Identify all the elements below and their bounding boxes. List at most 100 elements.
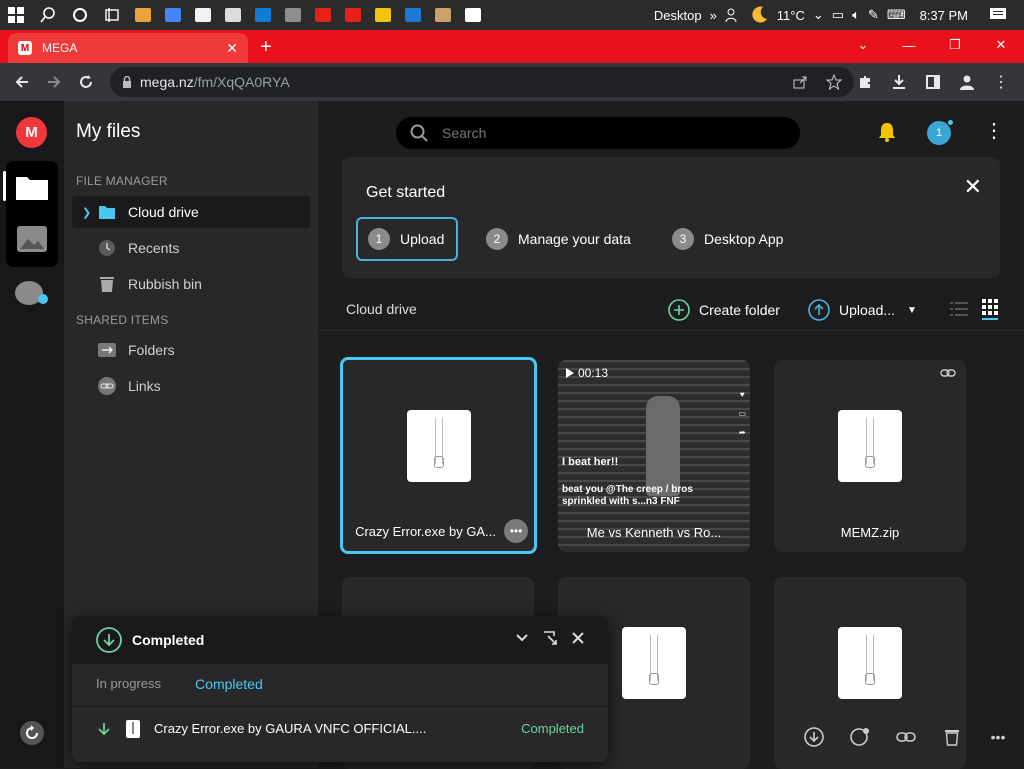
desktop-label[interactable]: Desktop (654, 8, 702, 23)
taskbar-app-icon[interactable] (368, 0, 398, 30)
moon-icon[interactable] (749, 5, 769, 25)
sidebar-item-rubbish-bin[interactable]: Rubbish bin (72, 268, 310, 300)
chevron-right-icon[interactable]: ❯ (82, 206, 91, 219)
tab-in-progress[interactable]: In progress (96, 676, 161, 692)
sidebar-item-cloud-drive[interactable]: ❯ Cloud drive (72, 196, 310, 228)
taskbar-app-icon[interactable] (248, 0, 278, 30)
close-tab-icon[interactable]: ✕ (226, 40, 238, 57)
notification-icon[interactable] (990, 8, 1006, 22)
address-bar[interactable]: mega.nz/fm/XqQA0RYA (110, 67, 854, 97)
file-name: MEMZ.zip (840, 525, 900, 540)
task-view-icon[interactable] (96, 0, 128, 30)
lock-icon[interactable] (122, 76, 132, 88)
chevron-down-icon[interactable] (516, 634, 528, 642)
chevron-up-icon[interactable]: ⌄ (813, 7, 824, 23)
step-desktop-app[interactable]: 3 Desktop App (672, 217, 783, 261)
upload-button[interactable]: Upload... ▼ (808, 299, 917, 321)
download-icon[interactable] (798, 721, 830, 753)
share-icon[interactable] (792, 74, 808, 90)
step-number: 3 (672, 228, 694, 250)
cloud-drive-rail-icon[interactable] (12, 167, 52, 207)
pen-icon[interactable]: ✎ (868, 7, 879, 23)
file-tile[interactable]: 00:13 ♥ ▭ ➦ I beat her!! beat you @The c… (558, 360, 750, 552)
new-tab-button[interactable]: + (260, 36, 272, 59)
cortana-icon[interactable] (64, 0, 96, 30)
forward-button[interactable] (38, 66, 70, 98)
sidebar-item-recents[interactable]: Recents (72, 232, 310, 264)
side-panel-icon[interactable] (918, 67, 948, 97)
volume-icon[interactable]: 🔈︎ (852, 7, 860, 23)
chrome-menu-icon[interactable]: ⋮ (986, 67, 1016, 97)
list-view-icon[interactable] (950, 302, 968, 316)
sidebar-item-label: Recents (128, 240, 180, 256)
create-folder-label: Create folder (699, 302, 780, 318)
temperature[interactable]: 11°C (777, 8, 805, 23)
taskbar-app-icon[interactable] (428, 0, 458, 30)
download-arrow-icon (98, 722, 110, 735)
tab-search-icon[interactable]: ⌄ (840, 30, 886, 60)
sidebar-item-links[interactable]: Links (72, 370, 310, 402)
folder-icon (96, 201, 118, 223)
zip-file-icon (622, 627, 686, 699)
photos-rail-icon[interactable] (12, 219, 52, 259)
windows-start-icon[interactable] (0, 0, 32, 30)
browser-tab[interactable]: M MEGA ✕ (8, 33, 248, 63)
display-icon[interactable]: ▭ (832, 7, 844, 23)
avatar[interactable]: 1 (927, 119, 954, 145)
more-options-icon[interactable]: ••• (504, 519, 528, 543)
taskbar-app-icon[interactable] (128, 0, 158, 30)
sync-icon[interactable] (20, 721, 44, 745)
people-icon[interactable] (725, 7, 741, 23)
restore-button[interactable]: ❐ (932, 30, 978, 60)
breadcrumb-bar: Cloud drive Create folder Upload... ▼ (318, 289, 1024, 331)
close-icon[interactable] (572, 632, 584, 644)
reload-button[interactable] (70, 66, 102, 98)
link-icon[interactable] (890, 721, 922, 753)
step-manage-data[interactable]: 2 Manage your data (486, 217, 631, 261)
breadcrumb[interactable]: Cloud drive (346, 301, 417, 317)
chevron-down-icon[interactable]: ▼ (907, 305, 917, 316)
taskbar-app-icon[interactable] (308, 0, 338, 30)
sidebar-item-folders[interactable]: Folders (72, 334, 310, 366)
keyboard-icon[interactable]: ⌨ (887, 7, 906, 23)
close-icon[interactable]: ✕ (964, 174, 982, 200)
close-window-button[interactable]: ✕ (978, 30, 1024, 60)
transfer-row[interactable]: Crazy Error.exe by GAURA VNFC OFFICIAL..… (72, 706, 608, 750)
chevron-right-icon[interactable]: » (710, 8, 717, 23)
create-folder-button[interactable]: Create folder (668, 299, 780, 321)
taskbar-app-icon[interactable] (338, 0, 368, 30)
taskbar-app-icon[interactable] (158, 0, 188, 30)
file-tile[interactable]: MEMZ.zip (774, 360, 966, 552)
taskbar-app-icon[interactable] (278, 0, 308, 30)
extensions-icon[interactable] (850, 67, 880, 97)
bell-icon[interactable] (876, 121, 898, 143)
bookmark-star-icon[interactable] (826, 74, 842, 90)
search-input[interactable]: Search (396, 117, 800, 149)
taskbar-app-icon[interactable] (188, 0, 218, 30)
grid-view-icon[interactable] (982, 299, 998, 320)
url-host: mega.nz (140, 74, 194, 90)
trash-icon[interactable] (936, 721, 968, 753)
search-icon[interactable] (32, 0, 64, 30)
taskbar-app-icon[interactable] (398, 0, 428, 30)
expand-icon[interactable] (542, 630, 558, 646)
file-tile[interactable]: Crazy Error.exe by GA... ••• (340, 357, 537, 554)
step-upload[interactable]: 1 Upload (356, 217, 459, 261)
window-controls: ⌄ — ❐ ✕ (840, 30, 1024, 60)
more-horizontal-icon[interactable]: ••• (982, 721, 1014, 753)
tab-completed[interactable]: Completed (195, 676, 263, 692)
taskbar-app-icon[interactable] (458, 0, 488, 30)
minimize-button[interactable]: — (886, 30, 932, 60)
download-icon[interactable] (884, 67, 914, 97)
chat-rail-icon[interactable] (12, 275, 52, 315)
more-menu-icon[interactable]: ⋮ (984, 121, 1004, 141)
mega-logo[interactable]: M (16, 117, 47, 148)
back-button[interactable] (6, 66, 38, 98)
shared-folder-icon (96, 339, 118, 361)
share-link-icon[interactable] (844, 721, 876, 753)
get-started-banner: Get started ✕ 1 Upload 2 Manage your dat… (342, 157, 1000, 278)
upload-icon (808, 299, 830, 321)
profile-icon[interactable] (952, 67, 982, 97)
taskbar-app-icon[interactable] (218, 0, 248, 30)
clock-time[interactable]: 8:37 PM (920, 8, 968, 23)
